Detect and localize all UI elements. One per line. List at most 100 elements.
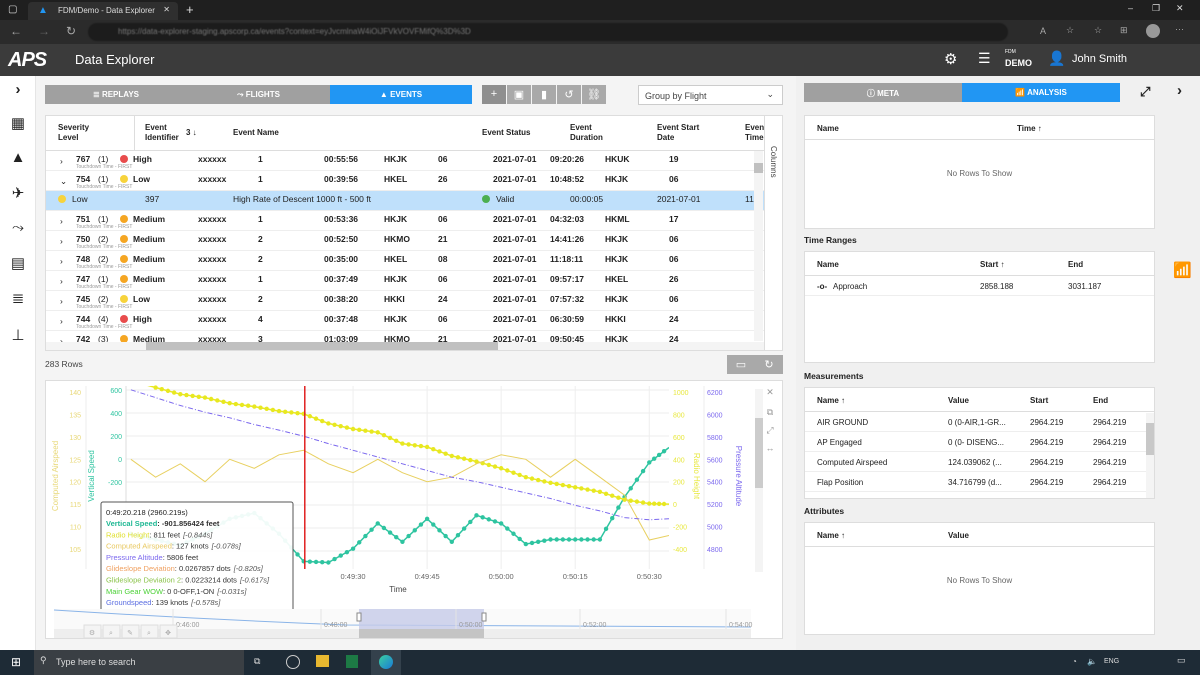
file-explorer-icon[interactable]: [316, 655, 329, 667]
task-view-icon[interactable]: ⧉: [254, 656, 260, 667]
browser-tab[interactable]: ▲ FDM/Demo - Data Explorer ✕: [28, 2, 178, 20]
calendar-icon[interactable]: ▦: [8, 114, 28, 134]
table-row[interactable]: › 747 (1) Touchdown Time - FIRST Medium xxxxx…: [46, 271, 764, 291]
col-event-name[interactable]: Event Name: [233, 128, 279, 138]
read-aloud-icon[interactable]: A: [1040, 26, 1046, 36]
table-row[interactable]: › 745 (2) Touchdown Time - FIRST Low xxxxxx 2 0…: [46, 291, 764, 311]
user-name[interactable]: John Smith: [1072, 53, 1127, 65]
col-value[interactable]: Value: [948, 531, 969, 540]
expand-chevron-icon[interactable]: ›: [60, 316, 63, 326]
tab-flights[interactable]: ⤳ FLIGHTS: [187, 85, 330, 104]
col-start[interactable]: Start ↑: [980, 260, 1004, 269]
layers-icon[interactable]: ☰: [978, 50, 991, 67]
col-value[interactable]: Value: [948, 396, 969, 405]
map-icon[interactable]: ▤: [8, 254, 28, 274]
database-icon[interactable]: ≣: [8, 289, 28, 309]
dell-icon[interactable]: [286, 655, 300, 669]
columns-toggle[interactable]: Columns: [769, 146, 778, 178]
notifications-icon[interactable]: ▭: [1177, 655, 1186, 666]
refresh-icon[interactable]: ↻: [755, 355, 783, 374]
taskbar-search[interactable]: ⚲ Type here to search: [34, 650, 244, 675]
analysis-chart-icon[interactable]: 📶: [1173, 261, 1192, 279]
columns-side-panel[interactable]: Columns: [764, 116, 782, 350]
col-end[interactable]: End: [1093, 396, 1108, 405]
group-by-select[interactable]: Group by Flight ⌄: [638, 85, 783, 105]
expand-icon[interactable]: ⤢: [1140, 84, 1150, 100]
col-start[interactable]: Start: [1030, 396, 1048, 405]
chart-scrollbar-thumb[interactable]: [755, 418, 763, 488]
network-icon[interactable]: ◔: [1072, 657, 1077, 666]
col-name[interactable]: Name ↑: [817, 531, 845, 540]
table-row[interactable]: › 744 (4) Touchdown Time - FIRST High xxxxxx 4…: [46, 311, 764, 331]
tab-actions-icon[interactable]: ▢: [8, 4, 17, 15]
expand-chevron-icon[interactable]: ›: [60, 236, 63, 246]
tab-meta[interactable]: ⓘ META: [804, 83, 962, 102]
navigator-handle-left[interactable]: [356, 612, 362, 622]
expand-chevron-icon[interactable]: ›: [60, 296, 63, 306]
table-row[interactable]: › 767 (1) Touchdown Time - FIRST High xxxxxx 1…: [46, 151, 764, 171]
popout-icon[interactable]: ⧉: [767, 407, 774, 417]
expand-chevron-icon[interactable]: ›: [60, 156, 63, 166]
url-input[interactable]: https://data-explorer-staging.apscorp.ca…: [88, 23, 1008, 41]
time-series-chart[interactable]: 0:49:30 0:49:45 0:50:00 0:50:15 0:50:30 Time 1…: [46, 381, 784, 640]
table-row[interactable]: › 751 (1) Touchdown Time - FIRST Medium xxxxx…: [46, 211, 764, 231]
expand-chevron-icon[interactable]: ›: [60, 216, 63, 226]
horizontal-scrollbar[interactable]: [46, 342, 764, 350]
user-icon[interactable]: 👤: [1048, 50, 1065, 67]
col-event-start-date[interactable]: Event Start Date: [657, 123, 707, 143]
vertical-scrollbar[interactable]: [754, 151, 763, 341]
add-icon[interactable]: +: [482, 85, 506, 104]
excel-icon[interactable]: [346, 655, 358, 668]
col-event-duration[interactable]: Event Duration: [570, 123, 610, 143]
favorite-icon[interactable]: ☆: [1066, 25, 1074, 36]
tab-analysis[interactable]: 📶 ANALYSIS: [962, 83, 1120, 102]
navigator-scrollbar-thumb[interactable]: [359, 629, 484, 638]
expand-chevron-icon[interactable]: ›: [60, 256, 63, 266]
expand-chevron-icon[interactable]: ›: [60, 276, 63, 286]
airplane-icon[interactable]: ✈: [8, 184, 28, 204]
chevron-right-icon[interactable]: ›: [1177, 82, 1182, 99]
table-row[interactable]: › 750 (2) Touchdown Time - FIRST Medium xxxxx…: [46, 231, 764, 251]
table-row[interactable]: ⌄ 754 (1) Touchdown Time - FIRST Low xxxxxx 1 0…: [46, 171, 764, 191]
close-window-icon[interactable]: ✕: [1176, 3, 1184, 14]
collections-icon[interactable]: ⊞: [1120, 25, 1128, 36]
col-name[interactable]: Name: [817, 260, 839, 269]
forward-icon[interactable]: →: [38, 24, 50, 38]
col-time[interactable]: Time ↑: [1017, 124, 1042, 133]
delete-icon[interactable]: ▮: [532, 85, 556, 104]
link-icon[interactable]: ⛓: [582, 85, 606, 104]
org-label[interactable]: DEMO: [1005, 58, 1032, 68]
table-row[interactable]: Computed Airspeed 124.039062 (... 2964.219…: [805, 452, 1154, 472]
col-event-identifier[interactable]: Event Identifier: [145, 123, 187, 143]
favorites-icon[interactable]: ☆: [1094, 25, 1102, 36]
expand-icon[interactable]: ⤢: [765, 425, 773, 435]
reload-icon[interactable]: ↻: [66, 24, 76, 38]
table-row[interactable]: AP Engaged 0 (0- DISENG... 2964.219 2964.21…: [805, 432, 1154, 452]
minimize-icon[interactable]: –: [1128, 3, 1133, 13]
col-severity-level[interactable]: Severity Level: [58, 123, 108, 143]
windows-start-icon[interactable]: ⊞: [11, 655, 21, 669]
save-icon[interactable]: ▣: [507, 85, 531, 104]
profile-icon[interactable]: [1146, 24, 1160, 38]
minimize-chart-icon[interactable]: ▭: [727, 355, 755, 374]
restore-icon[interactable]: ❐: [1152, 3, 1160, 14]
new-tab-icon[interactable]: +: [186, 2, 194, 17]
collapse-chevron-icon[interactable]: ⌄: [60, 176, 67, 187]
col-end[interactable]: End: [1068, 260, 1083, 269]
col-name[interactable]: Name ↑: [817, 396, 845, 405]
language-indicator[interactable]: ENG: [1104, 658, 1119, 665]
back-icon[interactable]: ←: [10, 24, 22, 38]
warning-icon[interactable]: ▲: [8, 149, 28, 169]
fit-width-icon[interactable]: ↔: [766, 443, 775, 453]
table-row[interactable]: › 748 (2) Touchdown Time - FIRST Medium xxxxx…: [46, 251, 764, 271]
tab-events[interactable]: ▲ EVENTS: [330, 85, 472, 104]
expand-sidebar-chevron-icon[interactable]: ›: [8, 81, 28, 101]
more-icon[interactable]: ···: [1175, 24, 1184, 34]
tab-replays[interactable]: ≣ REPLAYS: [45, 85, 187, 104]
edge-taskbar-button[interactable]: [371, 650, 401, 675]
close-icon[interactable]: ✕: [766, 387, 774, 397]
vertical-scrollbar[interactable]: [1146, 413, 1154, 498]
table-row[interactable]: Flap Position 34.716799 (d... 2964.219 2964…: [805, 472, 1154, 492]
col-event-status[interactable]: Event Status: [482, 128, 530, 138]
navigator-handle-right[interactable]: [481, 612, 487, 622]
